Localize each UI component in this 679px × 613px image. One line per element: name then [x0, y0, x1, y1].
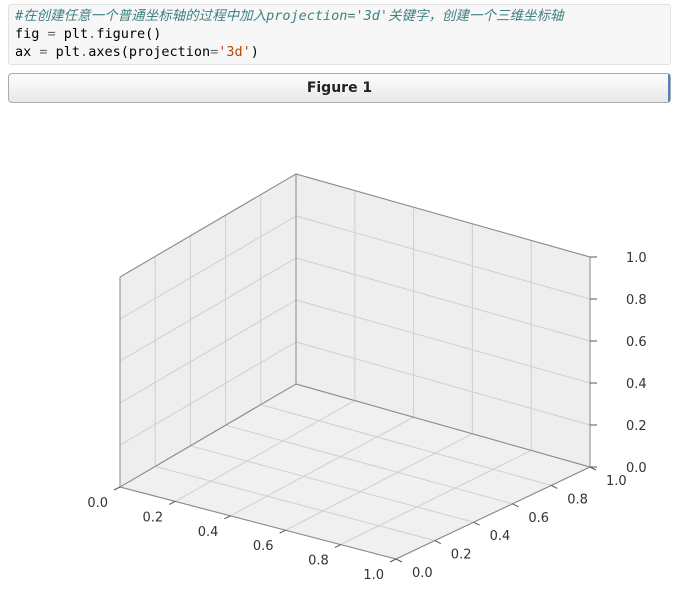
figure-header: Figure 1: [8, 73, 671, 103]
code-tok: .: [80, 44, 88, 60]
svg-text:0.4: 0.4: [626, 377, 647, 392]
svg-text:0.2: 0.2: [626, 419, 647, 434]
svg-text:0.0: 0.0: [412, 566, 433, 581]
code-tok: ): [251, 44, 259, 60]
svg-text:0.8: 0.8: [626, 293, 647, 308]
svg-text:0.6: 0.6: [626, 335, 647, 350]
figure-title: Figure 1: [307, 80, 372, 96]
svg-text:0.0: 0.0: [87, 496, 108, 511]
svg-text:1.0: 1.0: [606, 474, 627, 489]
code-tok: plt: [48, 44, 81, 60]
code-block: #在创建任意一个普通坐标轴的过程中加入projection='3d'关键字，创建…: [8, 4, 671, 65]
code-tok: =: [48, 26, 56, 42]
code-tok: fig: [15, 26, 48, 42]
code-tok: =: [39, 44, 47, 60]
axes3d-svg: 0.00.20.40.60.81.00.00.20.40.60.81.00.00…: [0, 109, 679, 609]
svg-text:0.0: 0.0: [626, 461, 647, 476]
code-tok: '3d': [218, 44, 251, 60]
svg-text:0.2: 0.2: [143, 510, 164, 525]
code-comment: #在创建任意一个普通坐标轴的过程中加入projection='3d'关键字，创建…: [15, 8, 564, 24]
svg-text:0.8: 0.8: [567, 492, 588, 507]
code-tok: axes(projection: [88, 44, 210, 60]
code-tok: ax: [15, 44, 39, 60]
svg-text:0.6: 0.6: [253, 539, 274, 554]
svg-text:0.2: 0.2: [451, 547, 472, 562]
svg-text:0.4: 0.4: [490, 529, 511, 544]
svg-text:0.8: 0.8: [308, 553, 329, 568]
svg-text:0.6: 0.6: [528, 510, 549, 525]
svg-text:0.4: 0.4: [198, 524, 219, 539]
svg-text:1.0: 1.0: [363, 568, 384, 583]
code-tok: figure(): [96, 26, 161, 42]
plot-3d-axes: 0.00.20.40.60.81.00.00.20.40.60.81.00.00…: [0, 109, 679, 609]
svg-text:1.0: 1.0: [626, 251, 647, 266]
code-tok: plt: [56, 26, 89, 42]
